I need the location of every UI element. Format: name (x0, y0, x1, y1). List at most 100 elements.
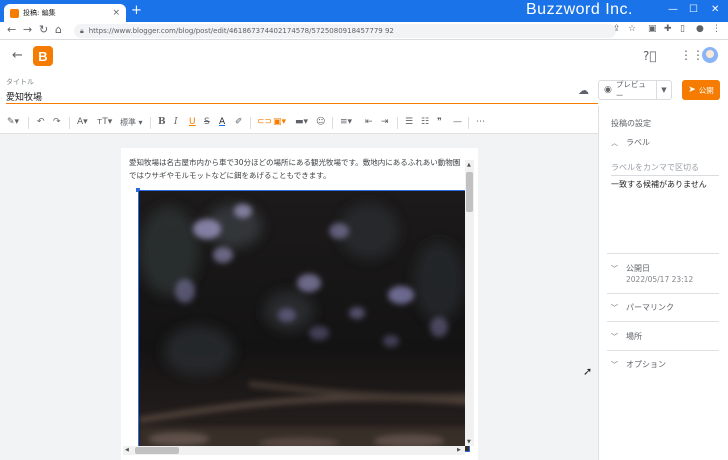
avatar[interactable] (702, 47, 718, 63)
quote-icon[interactable]: ❞ (437, 117, 442, 127)
post-body-editor[interactable]: 愛知牧場は名古屋市内から車で30分ほどの場所にある観光牧場です。敷地内にあるふれ… (121, 148, 478, 460)
forward-arrow-icon[interactable]: → (23, 23, 32, 36)
browser-titlebar: 投稿: 編集 × + Buzzword Inc. — ☐ ✕ (0, 0, 728, 22)
chevron-down-icon: ﹀ (611, 303, 618, 312)
font-size-icon[interactable]: ᴛT▾ (97, 117, 112, 127)
clear-format-icon[interactable]: — (453, 117, 462, 127)
chevron-up-icon: ︿ (611, 138, 618, 147)
options-section-title: オプション (626, 360, 666, 369)
back-arrow-icon[interactable]: ← (7, 23, 16, 36)
align-icon[interactable]: ≡▾ (340, 117, 352, 127)
bulleted-list-icon[interactable]: ☰ (405, 117, 413, 127)
sidepanel-icon[interactable]: ▯ (680, 24, 685, 34)
maximize-button[interactable]: ☐ (689, 4, 698, 15)
preview-button[interactable]: ◉ プレビュー ▼ (598, 80, 672, 100)
published-date-value: 2022/05/17 23:12 (626, 275, 694, 284)
sidebar-section-published[interactable]: ﹀ 公開日 (611, 263, 650, 274)
sidebar-heading: 投稿の設定 (611, 119, 651, 128)
labels-section-title: ラベル (626, 138, 650, 147)
format-toolbar: ✎▾ ↶ ↷ A▾ ᴛT▾ 標準 ▾ B I U S A ✐ ⊂⊃ ▣▾ ▬▾ … (0, 112, 598, 134)
lock-icon: 🔒︎ (80, 26, 84, 35)
tab-close-icon[interactable]: × (112, 8, 120, 18)
publish-button[interactable]: ➤ 公開 (682, 80, 720, 100)
back-icon[interactable]: ← (12, 48, 23, 63)
minimize-button[interactable]: — (668, 4, 678, 15)
numbered-list-icon[interactable]: ☷ (421, 117, 429, 127)
sidebar-section-location[interactable]: ﹀ 場所 (611, 331, 642, 342)
extension-icon[interactable]: ▣ (648, 24, 657, 34)
highlight-icon[interactable]: ✐ (235, 117, 243, 127)
mouse-cursor-icon: ➚ (583, 365, 593, 378)
italic-icon[interactable]: I (174, 117, 178, 127)
chevron-down-icon: ﹀ (611, 332, 618, 341)
title-caption: タイトル (6, 78, 34, 86)
indent-decrease-icon[interactable]: ⇤ (365, 117, 373, 127)
vertical-scroll-thumb[interactable] (466, 172, 473, 212)
flower-photo (139, 191, 469, 451)
font-icon[interactable]: A▾ (77, 117, 88, 127)
labels-no-match-text: 一致する候補がありません (611, 180, 707, 189)
published-section-title: 公開日 (626, 264, 650, 273)
scroll-left-icon[interactable]: ◀ (125, 447, 129, 453)
new-tab-button[interactable]: + (131, 3, 142, 19)
send-icon: ➤ (688, 85, 696, 95)
post-title-input[interactable]: 愛知牧場 (6, 88, 598, 104)
more-options-icon[interactable]: ⋯ (476, 117, 485, 127)
app-header: ← B ?⃝ ⋮⋮ (0, 40, 728, 74)
preview-dropdown-icon[interactable]: ▼ (657, 86, 671, 94)
link-icon[interactable]: ⊂⊃ (257, 117, 272, 127)
title-area: タイトル 愛知牧場 ☁ ◉ プレビュー ▼ ➤ 公開 (0, 74, 728, 106)
close-window-button[interactable]: ✕ (711, 4, 719, 15)
redo-icon[interactable]: ↷ (53, 117, 61, 127)
editor-horizontal-scrollbar[interactable]: ◀ ▶ (123, 446, 465, 455)
post-body-text[interactable]: 愛知牧場は名古屋市内から車で30分ほどの場所にある観光牧場です。敷地内にあるふれ… (129, 156, 465, 182)
tab-title: 投稿: 編集 (23, 9, 56, 17)
horizontal-scroll-thumb[interactable] (135, 447, 179, 454)
address-bar[interactable]: 🔒︎ https://www.blogger.com/blog/post/edi… (74, 24, 616, 38)
browser-tab[interactable]: 投稿: 編集 × (4, 4, 126, 22)
video-icon[interactable]: ▬▾ (295, 117, 308, 127)
browser-toolbar: ← → ↻ ⌂ 🔒︎ https://www.blogger.com/blog/… (0, 22, 728, 40)
post-image[interactable] (138, 190, 470, 452)
scroll-right-icon[interactable]: ▶ (457, 447, 461, 453)
sidebar-section-options[interactable]: ﹀ オプション (611, 359, 666, 370)
cloud-saved-icon: ☁ (578, 84, 589, 97)
bookmark-star-icon[interactable]: ☆ (628, 24, 636, 34)
underline-icon[interactable]: U (189, 117, 196, 127)
editor-vertical-scrollbar[interactable]: ▲ ▼ (465, 160, 474, 446)
text-color-icon[interactable]: A (219, 117, 225, 127)
brand-label: Buzzword Inc. (526, 1, 633, 18)
image-icon[interactable]: ▣▾ (273, 117, 286, 127)
bold-icon[interactable]: B (158, 117, 166, 127)
blogger-favicon-icon (10, 8, 19, 18)
menu-kebab-icon[interactable]: ⋮ (712, 24, 721, 34)
chevron-down-icon: ﹀ (611, 264, 618, 273)
eye-icon: ◉ (604, 85, 612, 95)
home-icon[interactable]: ⌂ (55, 23, 62, 36)
post-settings-sidebar: 投稿の設定 ︿ ラベル ラベルをカンマで区切る 一致する候補がありません ﹀ 公… (598, 106, 728, 460)
paragraph-style-select[interactable]: 標準 ▾ (120, 117, 143, 128)
profile-icon[interactable]: ● (696, 24, 704, 34)
apps-grid-icon[interactable]: ⋮⋮ (680, 48, 704, 62)
location-section-title: 場所 (626, 332, 642, 341)
reload-icon[interactable]: ↻ (39, 23, 48, 36)
url-text: https://www.blogger.com/blog/post/edit/4… (88, 27, 394, 35)
indent-increase-icon[interactable]: ⇥ (381, 117, 389, 127)
scroll-up-icon[interactable]: ▲ (467, 162, 471, 168)
share-icon[interactable]: ⇪ (613, 24, 621, 34)
labels-input[interactable]: ラベルをカンマで区切る (611, 158, 719, 176)
undo-icon[interactable]: ↶ (37, 117, 45, 127)
publish-label: 公開 (698, 85, 714, 95)
sidebar-section-permalink[interactable]: ﹀ パーマリンク (611, 302, 674, 313)
chevron-down-icon: ﹀ (611, 360, 618, 369)
scroll-down-icon[interactable]: ▼ (467, 439, 471, 445)
emoji-icon[interactable]: ☺ (316, 117, 325, 127)
paragraph-style-label: 標準 (120, 118, 136, 127)
blogger-logo-icon[interactable]: B (33, 46, 53, 66)
puzzle-icon[interactable]: ✚ (664, 24, 672, 34)
help-icon[interactable]: ?⃝ (643, 49, 657, 63)
strikethrough-icon[interactable]: S (204, 117, 210, 127)
sidebar-section-labels[interactable]: ︿ ラベル (611, 137, 650, 148)
pen-mode-icon[interactable]: ✎▾ (7, 117, 19, 127)
permalink-section-title: パーマリンク (626, 303, 674, 312)
